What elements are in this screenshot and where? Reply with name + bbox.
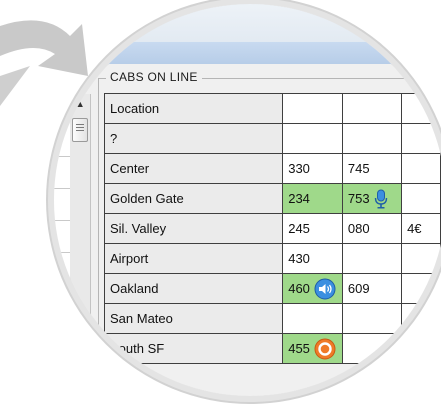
list-row-divider <box>54 220 70 221</box>
magnifier-lens: ▲ CABS ON LINE Location ? Center 330 745… <box>48 0 441 402</box>
location-cell[interactable]: Sil. Valley <box>103 213 284 244</box>
grid-cell[interactable] <box>341 243 403 274</box>
table-row[interactable]: ? <box>103 123 441 154</box>
cabs-grid: Location ? Center 330 745 Golden Gate 23… <box>103 93 441 364</box>
groupbox-title: CABS ON LINE <box>106 70 202 84</box>
vertical-scrollbar[interactable]: ▲ <box>70 94 91 396</box>
title-bar <box>54 42 441 65</box>
location-cell[interactable]: San Mateo <box>103 303 284 334</box>
grid-cell[interactable]: 609 <box>341 273 403 304</box>
grid-cell[interactable] <box>401 123 441 154</box>
grid-cell[interactable]: 460 <box>282 273 343 304</box>
grid-cell[interactable]: 330 <box>282 153 343 184</box>
table-row[interactable]: Airport 430 <box>103 243 441 274</box>
grid-cell-value: 455 <box>288 341 310 356</box>
groupbox-border-left <box>98 78 99 396</box>
location-cell[interactable]: South SF <box>103 333 284 364</box>
column-header[interactable] <box>282 93 343 124</box>
location-cell[interactable]: ? <box>103 123 284 154</box>
grid-cell[interactable] <box>401 303 441 334</box>
microphone-icon[interactable] <box>374 189 388 209</box>
table-row[interactable]: Oakland 460 609 <box>103 273 441 304</box>
grid-cell-value: 460 <box>288 281 310 296</box>
table-row[interactable]: Sil. Valley 245 080 4€ <box>103 213 441 244</box>
table-row[interactable]: Center 330 745 <box>103 153 441 184</box>
column-header[interactable] <box>341 93 403 124</box>
speaker-icon[interactable] <box>314 278 336 300</box>
table-row[interactable]: San Mateo <box>103 303 441 334</box>
location-header[interactable]: Location <box>103 93 284 124</box>
ring-icon[interactable] <box>314 338 336 360</box>
list-row-divider <box>54 284 70 285</box>
list-row-divider <box>54 156 70 157</box>
grid-cell[interactable] <box>341 333 403 364</box>
location-cell[interactable]: Oakland <box>103 273 284 304</box>
grid-cell[interactable]: 234 <box>282 183 343 214</box>
grid-cell[interactable]: 4€ <box>401 213 441 244</box>
location-cell[interactable]: Center <box>103 153 284 184</box>
grid-cell[interactable] <box>341 123 403 154</box>
grid-cell[interactable] <box>282 303 343 334</box>
grid-cell[interactable]: 080 <box>341 213 403 244</box>
location-cell[interactable]: Golden Gate <box>103 183 284 214</box>
grid-cell[interactable]: 745 <box>341 153 403 184</box>
scroll-up-arrow-icon[interactable]: ▲ <box>70 94 90 114</box>
grid-cell[interactable]: 455 <box>282 333 343 364</box>
grid-cell[interactable] <box>282 123 343 154</box>
column-header[interactable] <box>401 93 441 124</box>
list-row-divider <box>54 188 70 189</box>
grid-cell-value: 753 <box>347 191 370 206</box>
list-row-divider <box>54 316 70 317</box>
grid-cell[interactable] <box>401 183 441 214</box>
grid-cell[interactable]: 430 <box>282 243 343 274</box>
left-list-pane <box>54 94 71 396</box>
grid-cell[interactable] <box>401 273 441 304</box>
list-row-divider <box>54 252 70 253</box>
grid-cell[interactable]: 753 <box>341 183 403 214</box>
scroll-thumb[interactable] <box>72 118 88 142</box>
grid-cell[interactable] <box>341 303 403 334</box>
location-cell[interactable]: Airport <box>103 243 284 274</box>
table-row[interactable]: South SF 455 <box>103 333 441 364</box>
list-row-divider <box>54 348 70 349</box>
grid-header-row: Location <box>103 93 441 124</box>
grid-cell[interactable] <box>401 243 441 274</box>
grid-cell[interactable] <box>401 153 441 184</box>
table-row[interactable]: Golden Gate 234 753 <box>103 183 441 214</box>
grid-cell[interactable] <box>401 333 441 364</box>
grid-cell[interactable]: 245 <box>282 213 343 244</box>
